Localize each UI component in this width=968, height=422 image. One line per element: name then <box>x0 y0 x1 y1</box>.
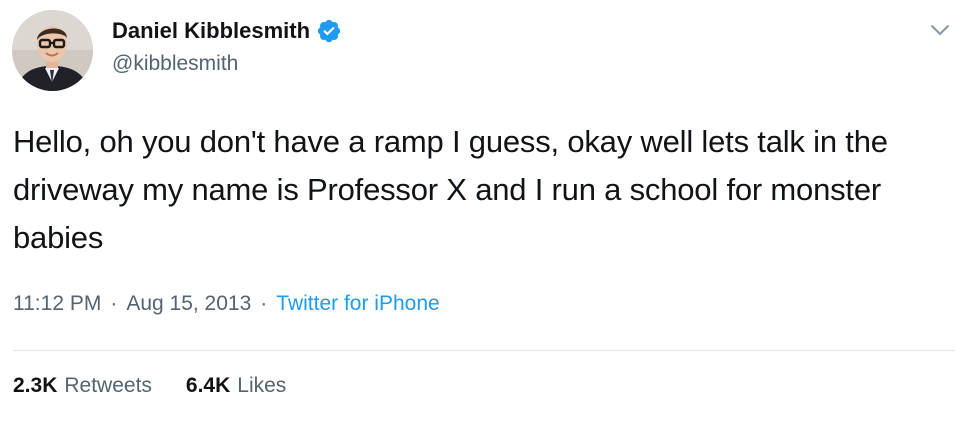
user-handle[interactable]: @kibblesmith <box>112 52 238 76</box>
retweets-stat[interactable]: 2.3K Retweets <box>13 374 152 398</box>
tweet-card: Daniel Kibblesmith @kibblesmith Hello, o… <box>0 0 968 422</box>
author-row: Daniel Kibblesmith <box>112 16 342 46</box>
tweet-metadata: 11:12 PM · Aug 15, 2013 · Twitter for iP… <box>13 292 440 316</box>
tweet-date[interactable]: Aug 15, 2013 <box>126 292 251 316</box>
profile-photo <box>12 10 93 91</box>
display-name[interactable]: Daniel Kibblesmith <box>112 18 310 44</box>
likes-count: 6.4K <box>185 374 231 397</box>
verified-badge-icon <box>316 18 342 44</box>
tweet-time[interactable]: 11:12 PM <box>13 292 101 316</box>
retweets-count: 2.3K <box>13 374 58 397</box>
tweet-text: Hello, oh you don't have a ramp I guess,… <box>13 124 888 255</box>
retweets-label: Retweets <box>64 374 152 397</box>
meta-separator: · <box>110 292 118 315</box>
avatar[interactable] <box>12 10 93 91</box>
engagement-stats: 2.3K Retweets 6.4K Likes <box>13 374 320 398</box>
divider <box>13 350 955 351</box>
likes-label: Likes <box>237 374 287 397</box>
meta-separator: · <box>260 292 268 315</box>
likes-stat[interactable]: 6.4K Likes <box>186 374 286 398</box>
chevron-down-icon[interactable] <box>928 18 952 42</box>
tweet-source-link[interactable]: Twitter for iPhone <box>276 292 439 316</box>
